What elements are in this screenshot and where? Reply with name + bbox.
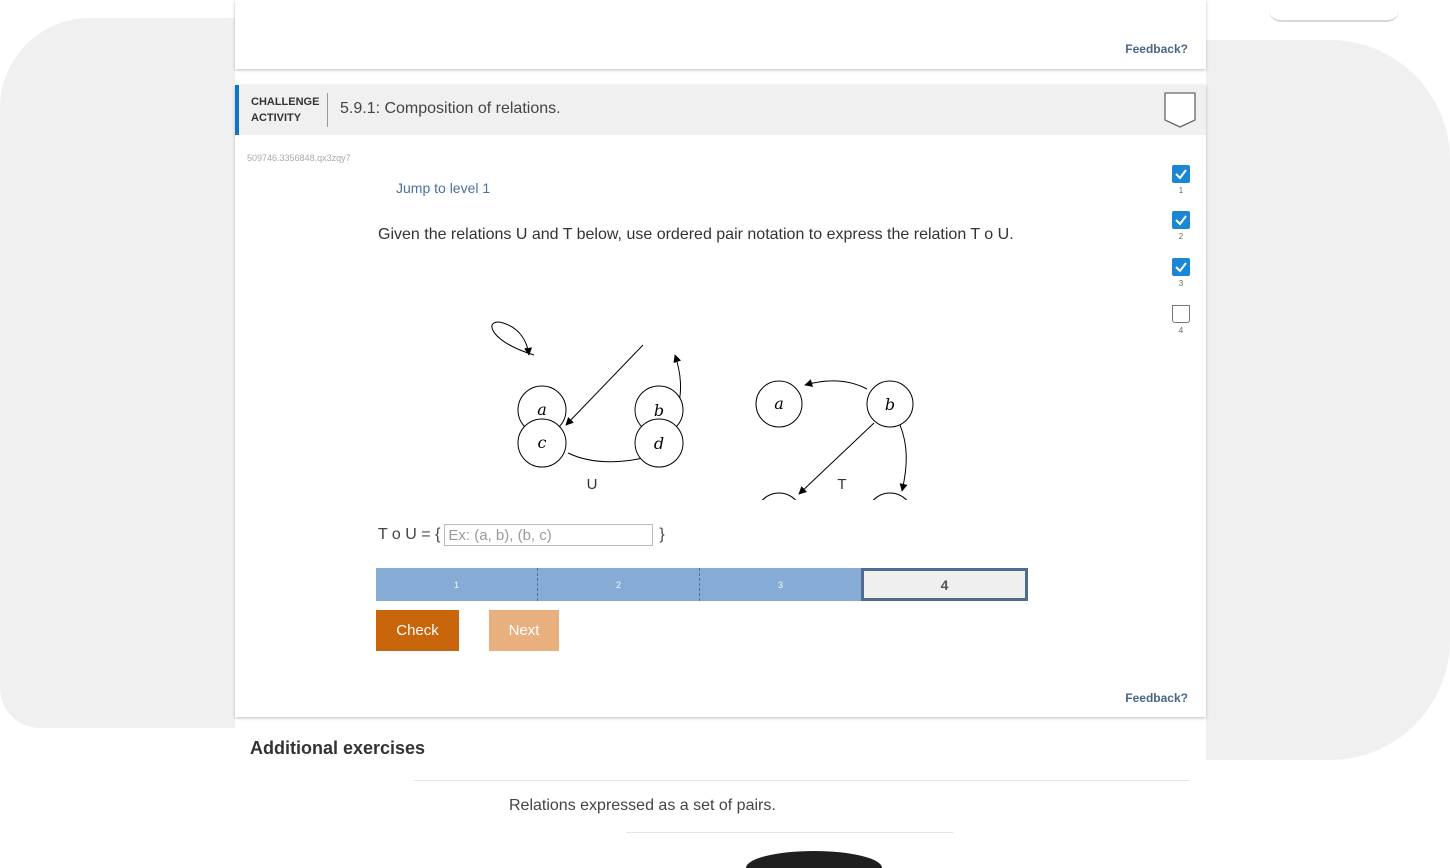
- previous-card: Feedback?: [235, 0, 1399, 69]
- activity-id: 509746.3356848.qx3zqy7: [247, 153, 351, 163]
- challenge-activity-card: CHALLENGE ACTIVITY 5.9.1: Composition of…: [235, 85, 1206, 717]
- answer-input[interactable]: [444, 524, 654, 546]
- feedback-link-top[interactable]: Feedback?: [1125, 42, 1188, 56]
- activity-header: CHALLENGE ACTIVITY 5.9.1: Composition of…: [235, 85, 1206, 135]
- divider: [626, 832, 953, 833]
- divider: [414, 780, 1189, 781]
- relation-graphs: a b c d U a b c d T: [491, 321, 914, 500]
- node-u-c-label: c: [538, 433, 547, 452]
- level-bar: 1 2 3 4: [376, 568, 1028, 601]
- progress-item-4: 4: [1171, 305, 1191, 351]
- level-1[interactable]: 1: [376, 568, 538, 601]
- progress-item-1: 1: [1171, 165, 1191, 211]
- answer-prefix: T o U = {: [378, 526, 441, 543]
- unchecked-box-icon: [1172, 305, 1190, 323]
- progress-number: 4: [1178, 326, 1184, 335]
- node-t-c: [761, 492, 797, 500]
- answer-row: T o U = { }: [378, 524, 665, 546]
- node-u-d-label: d: [654, 434, 664, 453]
- check-icon: [1172, 211, 1190, 229]
- decorative-shape: [746, 851, 882, 868]
- edge-u-b-c: [565, 344, 644, 426]
- edge-u-a-a: [491, 321, 535, 356]
- level-4[interactable]: 4: [861, 568, 1028, 601]
- bookmark-icon[interactable]: [1164, 92, 1196, 128]
- decorative-swoop: [1269, 10, 1399, 22]
- answer-suffix: }: [659, 526, 665, 543]
- level-3[interactable]: 3: [700, 568, 861, 601]
- check-icon: [1172, 258, 1190, 276]
- header-divider: [327, 93, 328, 127]
- progress-number: 2: [1178, 232, 1184, 241]
- graph-t-label: T: [837, 476, 846, 493]
- node-u-a-label: a: [537, 400, 547, 419]
- background-left: [0, 18, 235, 728]
- edge-t-b-a: [804, 379, 868, 390]
- progress-number: 1: [1178, 186, 1184, 195]
- additional-exercises-heading: Additional exercises: [250, 738, 426, 758]
- edge-t-b-d: [899, 424, 908, 492]
- feedback-link-bottom[interactable]: Feedback?: [1125, 691, 1188, 705]
- progress-item-2: 2: [1171, 211, 1191, 257]
- jump-to-level-link[interactable]: Jump to level 1: [396, 180, 490, 196]
- background-right: [1206, 40, 1450, 760]
- activity-type-line2: ACTIVITY: [251, 112, 302, 124]
- progress-number: 3: [1178, 279, 1184, 288]
- activity-type: CHALLENGE ACTIVITY: [251, 94, 329, 126]
- node-t-d: [872, 492, 908, 500]
- node-t-a-label: a: [774, 394, 784, 413]
- node-t-b-label: b: [885, 395, 895, 414]
- activity-type-line1: CHALLENGE: [251, 96, 320, 108]
- check-button[interactable]: Check: [376, 610, 459, 651]
- next-button[interactable]: Next: [489, 610, 559, 651]
- exercise-description: Relations expressed as a set of pairs.: [509, 797, 776, 814]
- node-u-b-label: b: [654, 401, 664, 420]
- graph-u-label: U: [587, 476, 598, 493]
- activity-title: 5.9.1: Composition of relations.: [340, 100, 561, 117]
- progress-item-3: 3: [1171, 258, 1191, 304]
- question-prompt: Given the relations U and T below, use o…: [378, 226, 1014, 243]
- check-icon: [1172, 165, 1190, 183]
- level-2[interactable]: 2: [538, 568, 700, 601]
